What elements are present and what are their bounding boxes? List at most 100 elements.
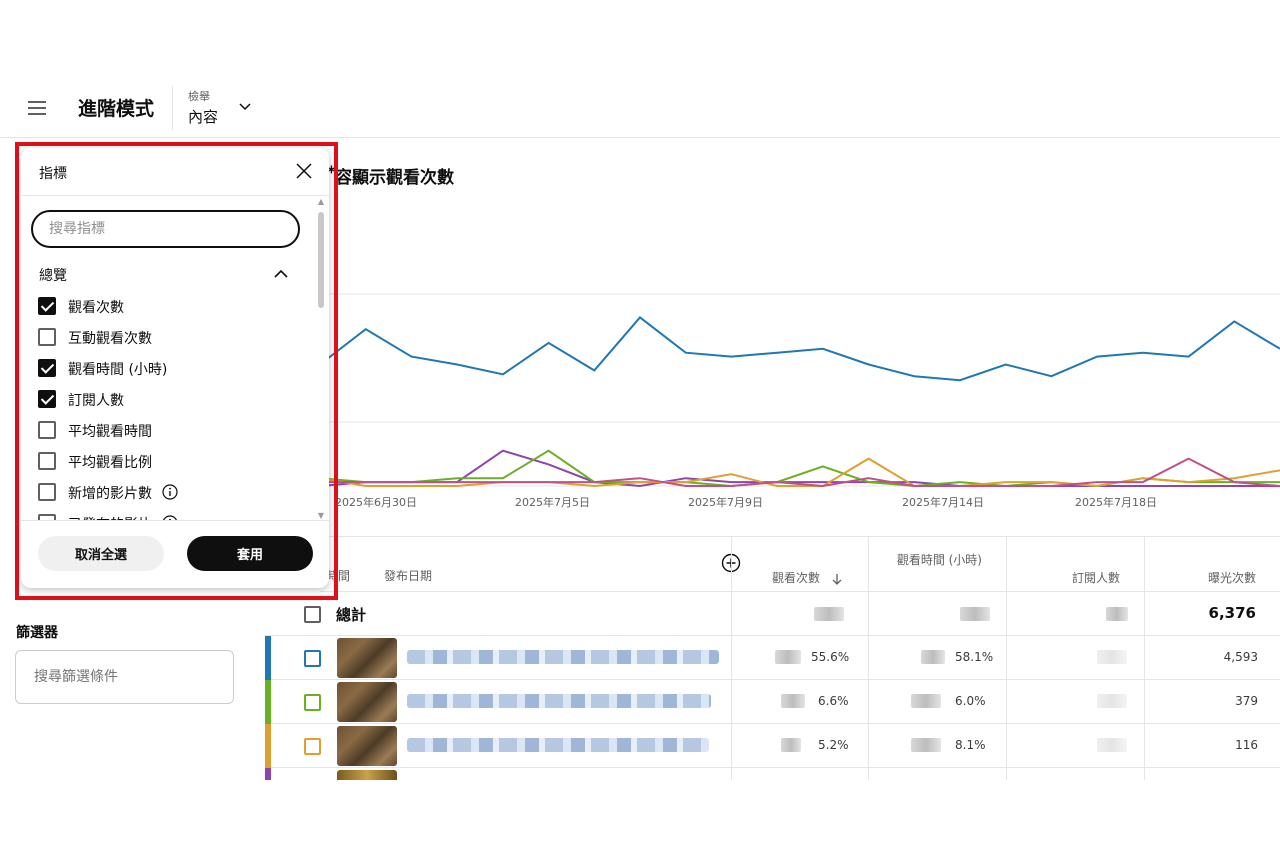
row-color-stripe — [265, 724, 271, 768]
analytics-page: 進階模式 檢舉 內容 *容顯示觀看次數 2025年6月30日 2025年7月5日 2… — [0, 0, 1280, 850]
table-row[interactable]: 6.6% 6.0% 379 — [265, 680, 1280, 724]
row-watch-pct: 58.1% — [955, 650, 994, 664]
row-views-pct: 5.2% — [818, 738, 849, 752]
redacted-value — [1106, 607, 1128, 621]
metric-label: 訂閱人數 — [68, 393, 124, 409]
close-icon[interactable] — [295, 162, 313, 180]
video-thumbnail[interactable] — [337, 770, 397, 780]
scroll-down-arrow-icon[interactable]: ▼ — [317, 512, 325, 520]
info-icon[interactable] — [162, 484, 178, 500]
redacted-value — [781, 694, 805, 708]
col-subscribers-header[interactable]: 訂閱人數 — [1050, 569, 1120, 586]
table-row[interactable]: 55.6% 58.1% 4,593 — [265, 636, 1280, 680]
scroll-up-arrow-icon[interactable]: ▲ — [317, 198, 325, 206]
metrics-popup: 指標 總覽 觀看次數互動觀看次數觀看時間 (小時) 訂閱人數平均觀看時間平均觀看比… — [21, 148, 329, 588]
hamburger-menu-icon[interactable] — [26, 97, 48, 119]
selector-label: 檢舉 — [188, 90, 210, 103]
redacted-value — [814, 607, 844, 621]
x-tick-label: 2025年6月30日 — [335, 495, 417, 509]
checkbox[interactable] — [38, 421, 56, 439]
redacted-value — [781, 738, 801, 752]
series-line-1 — [320, 449, 1280, 488]
row-color-stripe — [265, 636, 271, 680]
header-divider — [172, 86, 173, 130]
metric-checkbox-item[interactable]: 平均觀看比例 — [38, 449, 298, 473]
scrollbar-thumb[interactable] — [318, 212, 324, 308]
col-publish-date-header[interactable]: 發布日期 — [384, 567, 432, 584]
metrics-search-input[interactable] — [31, 210, 300, 248]
row-views-pct: 6.6% — [818, 694, 849, 708]
row-impressions: 379 — [1235, 694, 1258, 708]
video-thumbnail[interactable] — [337, 682, 397, 722]
checkbox[interactable] — [38, 390, 56, 408]
table-row[interactable]: 5.2% 8.1% 116 — [265, 724, 1280, 768]
col-views-label: 觀看次數 — [772, 571, 821, 585]
redacted-value — [911, 694, 941, 708]
row-checkbox[interactable] — [304, 650, 321, 667]
metric-label: 觀看次數 — [68, 300, 124, 316]
checkbox[interactable] — [38, 483, 56, 501]
col-views-header[interactable]: 觀看次數 — [772, 569, 842, 586]
metric-checkbox-item[interactable]: 互動觀看次數 — [38, 325, 298, 349]
redacted-value — [911, 738, 941, 752]
checkbox[interactable] — [38, 359, 56, 377]
redacted-value — [921, 650, 945, 664]
x-tick-label: 2025年7月18日 — [1075, 495, 1157, 509]
col-watch-time-header[interactable]: 觀看時間 (小時) — [890, 552, 982, 568]
metric-checkbox-item[interactable]: 觀看時間 (小時) — [38, 356, 298, 380]
row-checkbox[interactable] — [304, 694, 321, 711]
table-row[interactable] — [265, 768, 1280, 780]
report-selector[interactable]: 檢舉 內容 — [180, 84, 260, 132]
metrics-scrollbar[interactable]: ▲ ▼ — [317, 198, 325, 520]
metric-label: 新增的影片數 — [68, 486, 152, 502]
popup-divider — [21, 195, 329, 196]
popup-title: 指標 — [39, 166, 67, 182]
series-line-0 — [320, 316, 1280, 382]
total-checkbox[interactable] — [304, 606, 321, 623]
row-watch-pct: 8.1% — [955, 738, 986, 752]
page-title: 進階模式 — [78, 98, 155, 120]
col-impressions-header[interactable]: 曝光次數 — [1186, 569, 1256, 586]
checkbox[interactable] — [38, 452, 56, 470]
row-views-pct: 55.6% — [811, 650, 850, 664]
chart-title: *容顯示觀看次數 — [327, 163, 454, 188]
metric-label: 互動觀看次數 — [68, 331, 152, 347]
redacted-value — [960, 607, 990, 621]
metric-checkbox-item[interactable]: 觀看次數 — [38, 294, 298, 318]
total-label: 總計 — [336, 606, 367, 624]
x-tick-label: 2025年7月14日 — [902, 495, 984, 509]
chevron-up-icon[interactable] — [273, 266, 289, 282]
checkbox[interactable] — [38, 328, 56, 346]
metric-label: 平均觀看時間 — [68, 424, 152, 440]
selector-value: 內容 — [188, 108, 219, 126]
filter-search-input[interactable] — [15, 650, 234, 704]
video-thumbnail[interactable] — [337, 726, 397, 766]
apply-button[interactable]: 套用 — [187, 536, 313, 571]
redacted-value — [1097, 738, 1127, 752]
video-title-redacted[interactable] — [407, 650, 719, 664]
redacted-value — [1097, 694, 1127, 708]
series-line-2 — [320, 449, 1280, 488]
metric-checkbox-item[interactable]: 平均觀看時間 — [38, 418, 298, 442]
row-checkbox[interactable] — [304, 738, 321, 755]
row-impressions: 4,593 — [1223, 650, 1258, 664]
chart-title-text: 容顯示觀看次數 — [335, 168, 454, 188]
views-line-chart: 2025年6月30日 2025年7月5日 2025年7月9日 2025年7月14日 20… — [320, 293, 1280, 509]
metric-checkbox-item[interactable]: 新增的影片數 — [38, 480, 298, 504]
metric-checkbox-item[interactable]: 已發布的影片 — [38, 511, 298, 520]
chevron-down-icon — [239, 103, 251, 111]
metrics-list: 觀看次數互動觀看次數 觀看時間 (小時) 訂閱人數平均觀看時間 平均觀看比例 新增的影片… — [21, 288, 317, 520]
row-color-stripe — [265, 680, 271, 724]
top-bar: 進階模式 檢舉 內容 — [0, 80, 1280, 138]
checkbox[interactable] — [38, 297, 56, 315]
metric-checkbox-item[interactable]: 訂閱人數 — [38, 387, 298, 411]
video-thumbnail[interactable] — [337, 638, 397, 678]
deselect-all-button[interactable]: 取消全選 — [38, 536, 164, 571]
x-tick-label: 2025年7月5日 — [515, 495, 590, 509]
video-title-redacted[interactable] — [407, 694, 711, 708]
filter-title: 篩選器 — [16, 625, 58, 641]
redacted-value — [1097, 650, 1127, 664]
metric-label: 平均觀看比例 — [68, 455, 152, 471]
video-title-redacted[interactable] — [407, 738, 709, 752]
metric-label: 觀看時間 (小時) — [68, 362, 168, 378]
